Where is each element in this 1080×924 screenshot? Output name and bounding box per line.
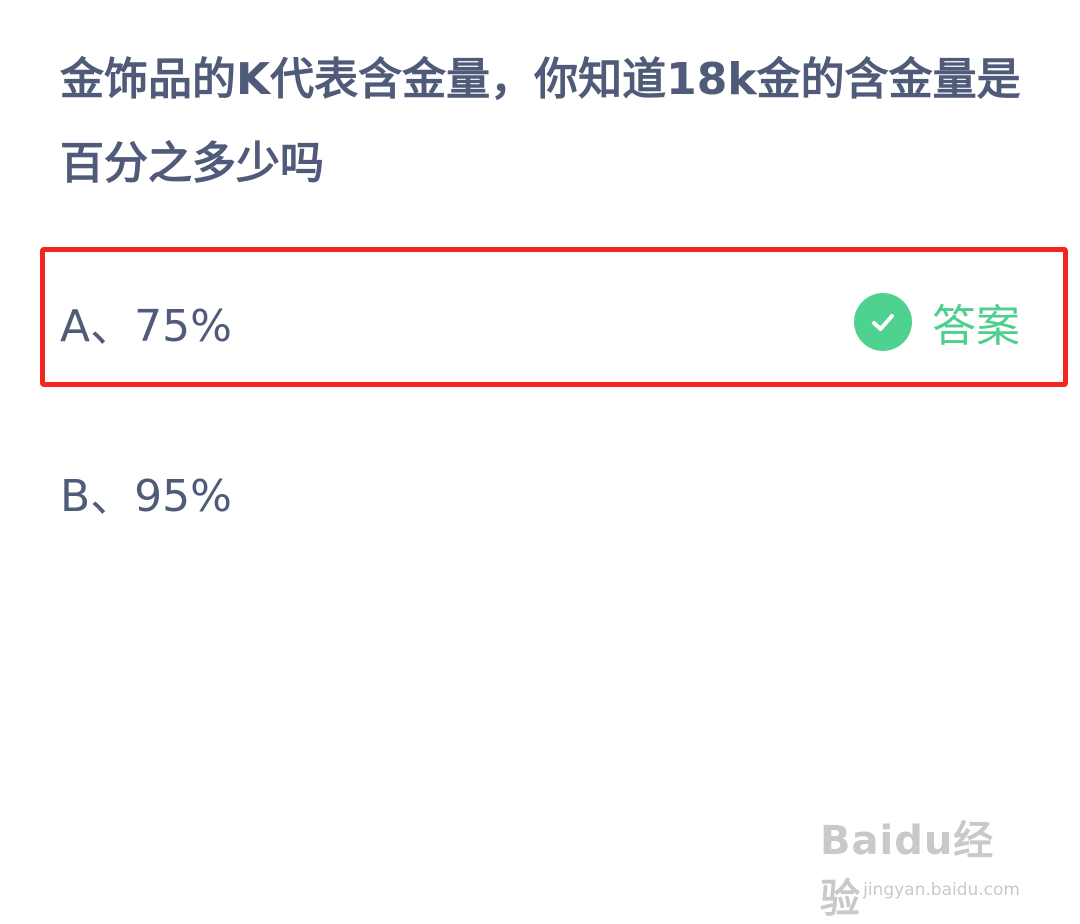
- check-circle-icon: [854, 293, 912, 351]
- question-text: 金饰品的K代表含金量，你知道18k金的含金量是百分之多少吗: [60, 54, 1021, 189]
- option-a-label: A、75%: [60, 301, 232, 352]
- option-b-label: B、95%: [60, 471, 232, 522]
- baidu-watermark: Baidu经验 jingyan.baidu.com: [820, 808, 1020, 922]
- watermark-url: jingyan.baidu.com: [863, 880, 1020, 900]
- option-a[interactable]: A、75% 答案: [60, 282, 1020, 362]
- option-b[interactable]: B、95%: [60, 452, 1020, 532]
- answer-tag: 答案: [854, 290, 1020, 354]
- answer-tag-label: 答案: [932, 301, 1020, 352]
- watermark-logo: Baidu经验: [820, 818, 995, 922]
